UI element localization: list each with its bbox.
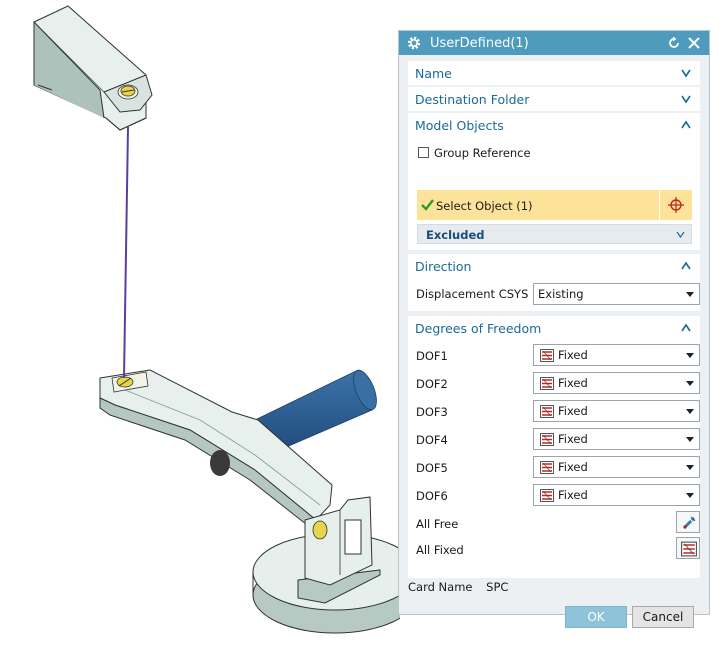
section-destination-header[interactable]: Destination Folder <box>408 87 700 111</box>
section-model-objects-body: Group Reference Select Object (1) Exclud… <box>408 137 700 250</box>
fixed-constraint-icon <box>540 461 554 474</box>
displacement-csys-value: Existing <box>538 287 584 301</box>
group-reference-label: Group Reference <box>434 146 531 160</box>
chevron-up-icon[interactable] <box>680 322 692 334</box>
dof5-label: DOF5 <box>416 461 448 475</box>
select-object-row[interactable]: Select Object (1) <box>417 190 659 220</box>
all-free-label: All Free <box>416 517 459 531</box>
all-free-button[interactable] <box>676 511 700 533</box>
upper-bracket <box>33 5 153 131</box>
dropdown-arrow-icon <box>686 493 694 498</box>
section-dof-label: Degrees of Freedom <box>415 321 542 336</box>
section-direction-header[interactable]: Direction <box>408 254 700 278</box>
dof1-select[interactable]: Fixed <box>533 344 700 366</box>
close-icon[interactable] <box>687 36 701 50</box>
section-name-header[interactable]: Name <box>408 61 700 85</box>
section-model-objects-label: Model Objects <box>415 118 504 133</box>
select-object-label: Select Object (1) <box>436 199 533 213</box>
user-defined-dialog: UserDefined(1) Name Destination Folder M… <box>398 30 710 628</box>
section-model-objects-header[interactable]: Model Objects <box>408 113 700 137</box>
section-dof-body: DOF1 Fixed DOF2 Fixed DOF3 Fixed DOF4 Fi… <box>408 340 700 578</box>
dof3-value: Fixed <box>558 404 588 418</box>
fixed-constraint-icon <box>540 349 554 362</box>
dof5-select[interactable]: Fixed <box>533 456 700 478</box>
fixed-constraint-icon <box>540 489 554 502</box>
dialog-body: Name Destination Folder Model Objects Gr… <box>399 55 709 628</box>
3d-model-scene[interactable] <box>0 0 418 654</box>
card-name-value: SPC <box>486 580 509 594</box>
dof4-label: DOF4 <box>416 433 448 447</box>
excluded-subsection[interactable]: Excluded <box>417 224 692 244</box>
dropdown-arrow-icon <box>686 437 694 442</box>
chevron-up-icon[interactable] <box>680 260 692 272</box>
chevron-up-icon[interactable] <box>680 119 692 131</box>
displacement-csys-label: Displacement CSYS <box>416 287 529 301</box>
cancel-button[interactable]: Cancel <box>632 606 694 628</box>
chevron-down-icon[interactable] <box>680 93 692 105</box>
dof6-label: DOF6 <box>416 489 448 503</box>
section-direction-body: Displacement CSYS Existing <box>408 278 700 311</box>
section-name-label: Name <box>415 66 452 81</box>
gear-icon[interactable] <box>406 35 422 51</box>
dof3-select[interactable]: Fixed <box>533 400 700 422</box>
fixed-constraint-icon <box>540 377 554 390</box>
dropdown-arrow-icon <box>686 292 694 297</box>
dof5-value: Fixed <box>558 460 588 474</box>
ok-button[interactable]: OK <box>565 606 627 628</box>
group-reference-checkbox[interactable] <box>418 147 429 158</box>
dof2-label: DOF2 <box>416 377 448 391</box>
dropdown-arrow-icon <box>686 409 694 414</box>
select-object-button[interactable] <box>660 190 692 220</box>
dof6-value: Fixed <box>558 488 588 502</box>
constraint-line <box>123 126 129 379</box>
lever-arm <box>99 369 333 534</box>
graphics-viewport[interactable] <box>0 0 418 654</box>
dialog-title-bar[interactable]: UserDefined(1) <box>399 31 709 55</box>
fixed-constraint-icon <box>540 433 554 446</box>
card-name-row: Card Name SPC <box>408 580 508 594</box>
checkmark-icon <box>421 199 434 211</box>
section-dof-header[interactable]: Degrees of Freedom <box>408 316 700 340</box>
dof4-select[interactable]: Fixed <box>533 428 700 450</box>
chevron-down-icon[interactable] <box>676 230 685 239</box>
dropdown-arrow-icon <box>686 465 694 470</box>
fixed-constraint-icon <box>681 541 697 557</box>
crosshair-icon <box>668 197 684 213</box>
excluded-label: Excluded <box>426 228 485 242</box>
card-name-label: Card Name <box>408 580 473 594</box>
reset-icon[interactable] <box>667 36 681 50</box>
dropdown-arrow-icon <box>686 353 694 358</box>
dof2-select[interactable]: Fixed <box>533 372 700 394</box>
displacement-csys-select[interactable]: Existing <box>533 283 700 305</box>
section-destination-label: Destination Folder <box>415 92 530 107</box>
fixed-constraint-icon <box>540 405 554 418</box>
dof2-value: Fixed <box>558 376 588 390</box>
all-fixed-label: All Fixed <box>416 543 464 557</box>
section-direction-label: Direction <box>415 259 472 274</box>
dof4-value: Fixed <box>558 432 588 446</box>
dropdown-arrow-icon <box>686 381 694 386</box>
dialog-title: UserDefined(1) <box>430 36 529 51</box>
dof1-label: DOF1 <box>416 349 448 363</box>
all-fixed-button[interactable] <box>676 537 700 559</box>
dof1-value: Fixed <box>558 348 588 362</box>
dof6-select[interactable]: Fixed <box>533 484 700 506</box>
dof3-label: DOF3 <box>416 405 448 419</box>
free-constraint-icon <box>682 516 696 530</box>
chevron-down-icon[interactable] <box>680 67 692 79</box>
